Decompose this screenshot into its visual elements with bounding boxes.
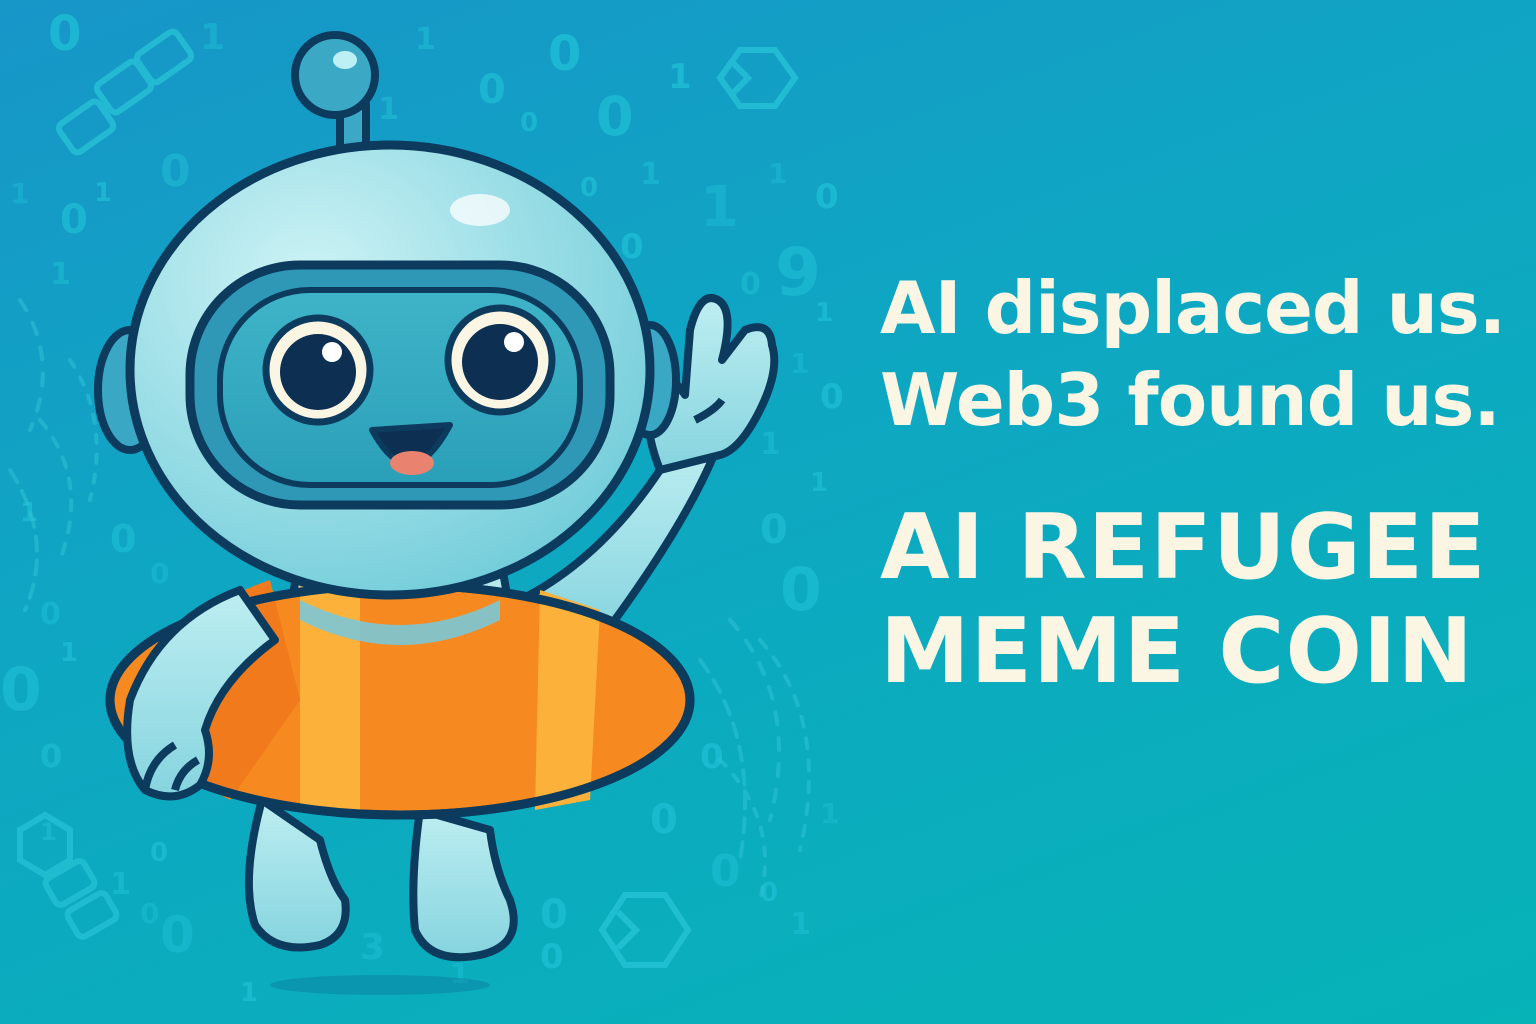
tagline-line-2: Web3 found us. <box>880 358 1501 442</box>
robot-legs <box>244 796 518 962</box>
headline-block: AI displaced us. Web3 found us. AI REFUG… <box>880 262 1506 704</box>
robot-mascot-illustration <box>94 31 779 995</box>
tagline-line-1: AI displaced us. <box>880 266 1506 350</box>
banner: 0110001010111000190110101110001000100001… <box>0 0 1536 1024</box>
title-line-2: MEME COIN <box>880 599 1474 704</box>
shadow <box>270 975 490 995</box>
helmet-highlight <box>450 194 510 226</box>
title-block: AI REFUGEE MEME COIN <box>880 496 1505 704</box>
title-line-1: AI REFUGEE <box>880 495 1487 600</box>
